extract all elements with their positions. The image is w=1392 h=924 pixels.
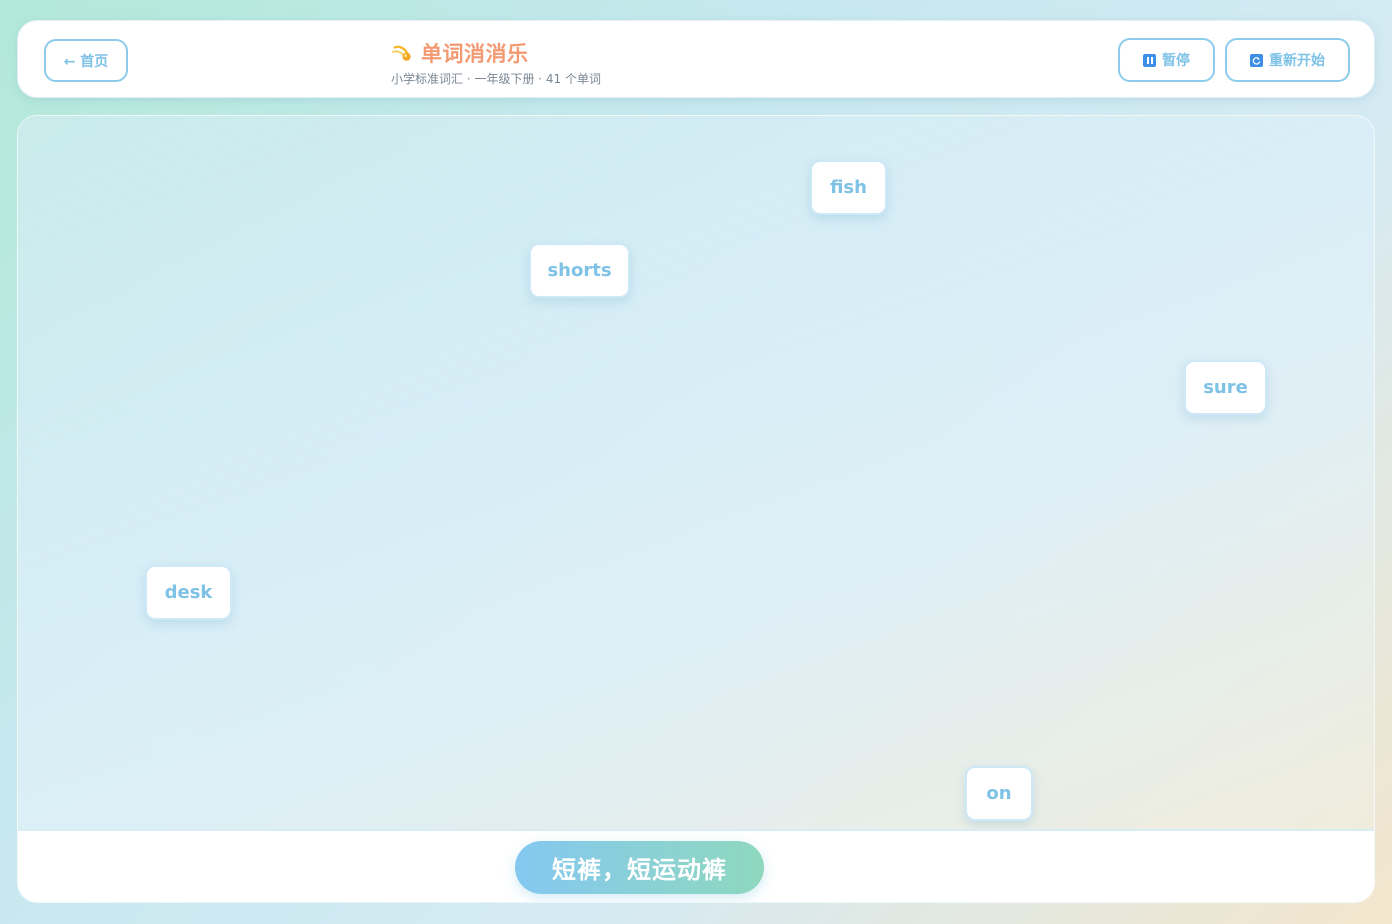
comet-icon [391,45,411,61]
refresh-icon [1250,53,1263,67]
page-title: 单词消消乐 [421,42,529,66]
page-subtitle: 小学标准词汇 · 一年级下册 · 41 个单词 [391,72,601,86]
home-button-label: ← 首页 [63,53,109,70]
word-card-shorts[interactable]: shorts [529,243,630,298]
title-row: 单词消消乐 [391,38,601,68]
restart-button[interactable]: 重新开始 [1225,38,1350,82]
word-card-fish[interactable]: fish [810,160,887,215]
word-card-desk[interactable]: desk [145,565,232,620]
word-card-on[interactable]: on [965,766,1033,821]
pause-button[interactable]: 暂停 [1118,38,1215,82]
target-meaning: 短裤，短运动裤 [515,841,764,894]
word-card-sure[interactable]: sure [1184,360,1267,415]
top-bar: ← 首页 单词消消乐 小学标准词汇 · 一年级下册 · 41 个单词 暂停 重新… [17,20,1375,98]
bottom-bar: 短裤，短运动裤 [18,829,1374,902]
home-button[interactable]: ← 首页 [44,39,128,82]
title-block: 单词消消乐 小学标准词汇 · 一年级下册 · 41 个单词 [391,38,601,87]
game-area: fish shorts sure desk on 短裤，短运动裤 [17,115,1375,903]
pause-icon [1143,53,1156,67]
restart-button-label: 重新开始 [1269,53,1325,69]
pause-button-label: 暂停 [1162,53,1190,69]
